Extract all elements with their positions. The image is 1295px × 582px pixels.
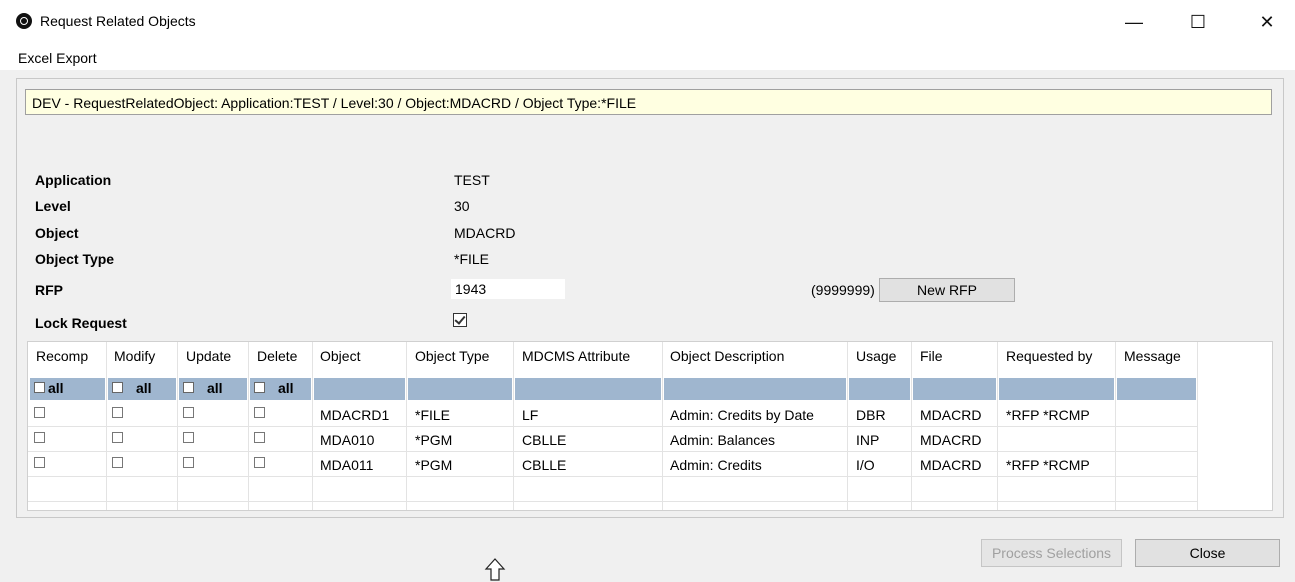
object-cell: MDA010 — [320, 432, 375, 448]
usage-cell: INP — [856, 432, 880, 448]
mouse-cursor-icon — [484, 558, 506, 581]
delete-checkbox[interactable] — [254, 432, 265, 443]
rfp-range: (9999999) — [811, 282, 875, 298]
update-all-checkbox[interactable] — [183, 382, 194, 393]
usage-cell: DBR — [856, 407, 886, 423]
modify-all-checkbox[interactable] — [112, 382, 123, 393]
column-header-usage[interactable]: Usage — [856, 348, 896, 364]
update-checkbox[interactable] — [183, 432, 194, 443]
rfp-label: RFP — [35, 282, 63, 298]
attribute-cell: LF — [522, 407, 539, 423]
object-cell: MDA011 — [320, 457, 374, 473]
object-label: Object — [35, 225, 79, 241]
lock-request-checkbox[interactable] — [453, 313, 467, 327]
delete-all-checkbox[interactable] — [254, 382, 265, 393]
file-cell: MDACRD — [920, 407, 982, 423]
lock-request-label: Lock Request — [35, 315, 127, 331]
delete-checkbox[interactable] — [254, 407, 265, 418]
process-selections-button[interactable]: Process Selections — [981, 539, 1122, 567]
app-icon — [16, 13, 32, 29]
file-cell: MDACRD — [920, 432, 982, 448]
delete-checkbox[interactable] — [254, 457, 265, 468]
column-header-object-description[interactable]: Object Description — [670, 348, 784, 364]
object-type-value: *FILE — [454, 251, 490, 267]
column-header-modify[interactable]: Modify — [114, 348, 155, 364]
close-window-button[interactable]: ✕ — [1244, 8, 1290, 36]
recomp-checkbox[interactable] — [34, 432, 45, 443]
table-row[interactable]: MDA011 *PGM CBLLE Admin: Credits I/O MDA… — [28, 452, 1198, 477]
object-type-cell: *FILE — [415, 407, 451, 423]
column-header-requested-by[interactable]: Requested by — [1006, 348, 1092, 364]
filter-row: all all all all — [28, 378, 1198, 400]
info-bar: DEV - RequestRelatedObject: Application:… — [25, 89, 1272, 115]
object-type-label: Object Type — [35, 251, 115, 267]
table-row[interactable]: MDA010 *PGM CBLLE Admin: Balances INP MD… — [28, 427, 1198, 452]
attribute-cell: CBLLE — [522, 432, 567, 448]
filter-message[interactable] — [1117, 378, 1196, 400]
close-button[interactable]: Close — [1135, 539, 1280, 567]
delete-all-label: all — [278, 380, 294, 396]
column-header-delete[interactable]: Delete — [257, 348, 297, 364]
description-cell: Admin: Balances — [670, 432, 776, 448]
filter-object-type[interactable] — [408, 378, 512, 400]
description-cell: Admin: Credits by Date — [670, 407, 814, 423]
recomp-checkbox[interactable] — [34, 457, 45, 468]
object-type-cell: *PGM — [415, 457, 453, 473]
recomp-checkbox[interactable] — [34, 407, 45, 418]
column-header-mdcms-attribute[interactable]: MDCMS Attribute — [522, 348, 630, 364]
filter-mdcms-attribute[interactable] — [515, 378, 661, 400]
requested-by-cell: *RFP *RCMP — [1006, 407, 1090, 423]
recomp-all-label: all — [48, 380, 64, 396]
object-value: MDACRD — [454, 225, 516, 241]
modify-checkbox[interactable] — [112, 432, 123, 443]
update-all-label: all — [207, 380, 223, 396]
title-bar: Request Related Objects — ☐ ✕ — [0, 0, 1295, 44]
menu-item-excel-export[interactable]: Excel Export — [18, 50, 97, 66]
table-row[interactable]: MDACRD1 *FILE LF Admin: Credits by Date … — [28, 402, 1198, 427]
update-checkbox[interactable] — [183, 407, 194, 418]
rfp-input[interactable] — [451, 279, 565, 299]
maximize-button[interactable]: ☐ — [1175, 8, 1221, 36]
minimize-button[interactable]: — — [1111, 8, 1157, 36]
attribute-cell: CBLLE — [522, 457, 567, 473]
file-cell: MDACRD — [920, 457, 982, 473]
filter-requested-by[interactable] — [999, 378, 1114, 400]
column-header-file[interactable]: File — [920, 348, 943, 364]
filter-object-description[interactable] — [664, 378, 846, 400]
modify-checkbox[interactable] — [112, 457, 123, 468]
window-title: Request Related Objects — [40, 13, 196, 29]
column-header-message[interactable]: Message — [1124, 348, 1181, 364]
object-type-cell: *PGM — [415, 432, 453, 448]
column-header-recomp[interactable]: Recomp — [36, 348, 88, 364]
menu-bar: Excel Export — [0, 44, 1295, 70]
table-row-empty — [28, 477, 1198, 502]
filter-file[interactable] — [913, 378, 996, 400]
new-rfp-button[interactable]: New RFP — [879, 278, 1015, 302]
application-value: TEST — [454, 172, 490, 188]
filter-object[interactable] — [314, 378, 405, 400]
column-header-object-type[interactable]: Object Type — [415, 348, 489, 364]
object-cell: MDACRD1 — [320, 407, 390, 423]
usage-cell: I/O — [856, 457, 875, 473]
modify-all-label: all — [136, 380, 152, 396]
column-header-object[interactable]: Object — [320, 348, 360, 364]
modify-checkbox[interactable] — [112, 407, 123, 418]
column-header-update[interactable]: Update — [186, 348, 231, 364]
filter-usage[interactable] — [849, 378, 910, 400]
level-value: 30 — [454, 198, 470, 214]
recomp-all-checkbox[interactable] — [34, 382, 45, 393]
description-cell: Admin: Credits — [670, 457, 762, 473]
update-checkbox[interactable] — [183, 457, 194, 468]
objects-grid: Recomp Modify Update Delete Object Objec… — [27, 341, 1273, 511]
application-label: Application — [35, 172, 112, 188]
main-panel: DEV - RequestRelatedObject: Application:… — [16, 78, 1284, 518]
requested-by-cell: *RFP *RCMP — [1006, 457, 1090, 473]
level-label: Level — [35, 198, 71, 214]
